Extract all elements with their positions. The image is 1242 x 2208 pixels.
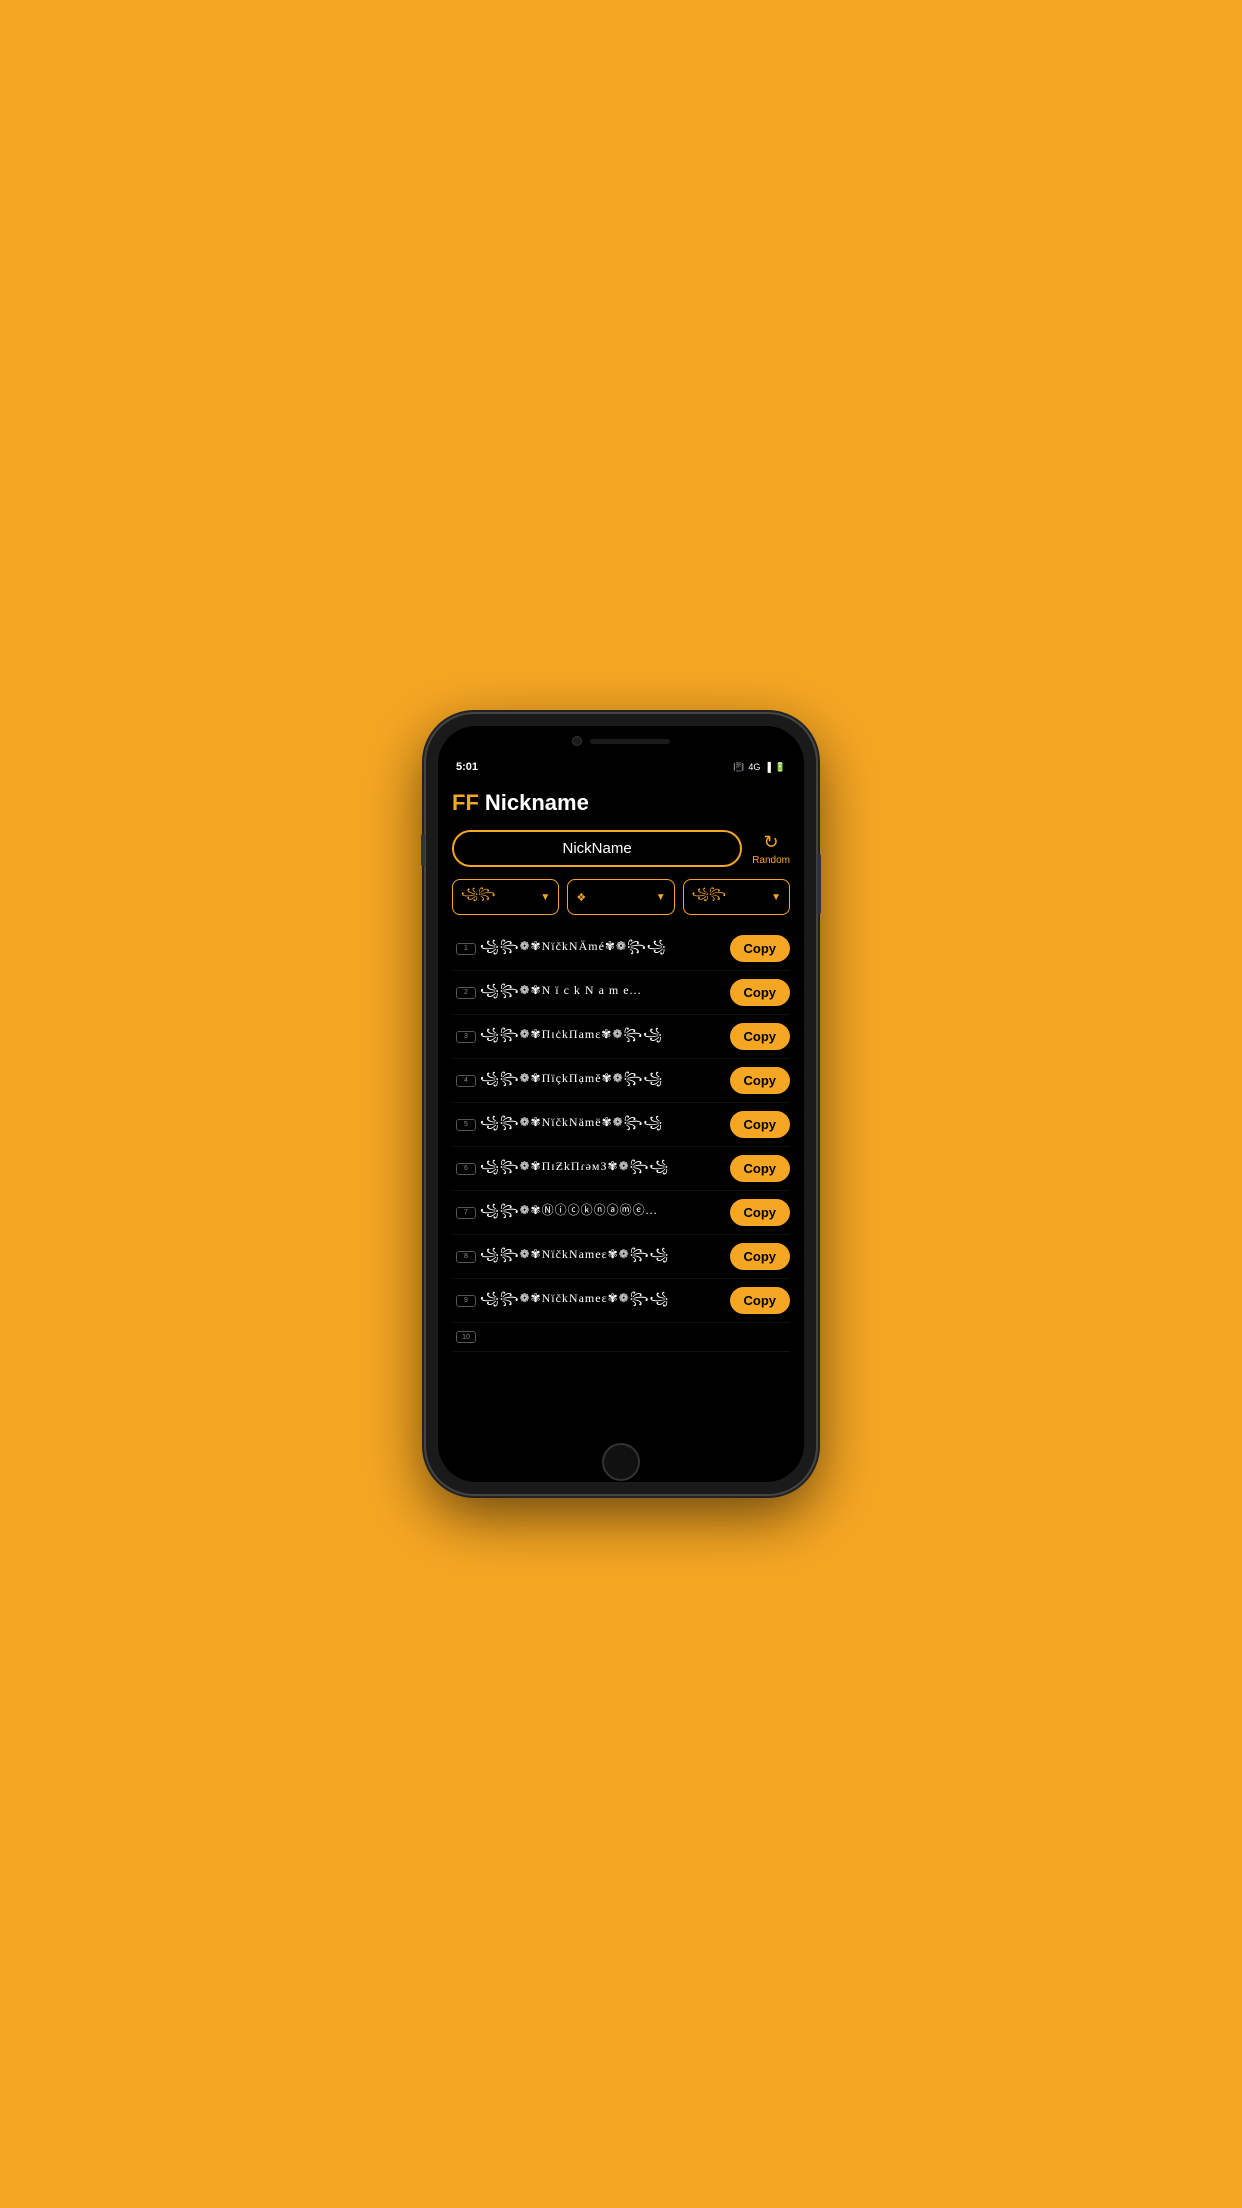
- list-item: 1 ꧁꧂❁✾NïčkNÄmé✾❁꧂꧁ Copy: [452, 927, 790, 971]
- list-item: 9 ꧁꧂❁✾NïčkNameɛ✾❁꧂꧁ Copy: [452, 1279, 790, 1323]
- home-indicator: [438, 1442, 804, 1482]
- list-item: 7 ꧁꧂❁✾Ⓝⓘⓒⓚⓝⓐⓜⓔ... Copy: [452, 1191, 790, 1235]
- dropdown-3-text: ꧁꧂: [692, 886, 726, 908]
- list-item: 10: [452, 1323, 790, 1352]
- item-text-2: ꧁꧂❁✾N ï c k N a m e...: [480, 981, 722, 1005]
- status-bar: 5:01 📳 4G ▐ 🔋: [438, 756, 804, 778]
- app-content: FF Nickname ↻ Random ꧁꧂ ▼ ❖ ▼: [438, 778, 804, 1442]
- item-text-5: ꧁꧂❁✾NïčkNämë✾❁꧂꧁: [480, 1113, 722, 1137]
- item-number-2: 2: [452, 987, 480, 999]
- nickname-input[interactable]: [452, 830, 742, 867]
- item-number-7: 7: [452, 1207, 480, 1219]
- list-item: 4 ꧁꧂❁✾ПïçkПạmě✾❁꧂꧁ Copy: [452, 1059, 790, 1103]
- dropdown-row: ꧁꧂ ▼ ❖ ▼ ꧁꧂ ▼: [452, 879, 790, 915]
- status-icons: 📳 4G ▐ 🔋: [733, 762, 786, 773]
- network-icon: 4G: [748, 762, 760, 772]
- home-button[interactable]: [602, 1443, 640, 1481]
- status-time: 5:01: [456, 761, 478, 773]
- dropdown-3[interactable]: ꧁꧂ ▼: [683, 879, 790, 915]
- dropdown-1-text: ꧁꧂: [461, 886, 495, 908]
- dropdown-1[interactable]: ꧁꧂ ▼: [452, 879, 559, 915]
- nickname-list: 1 ꧁꧂❁✾NïčkNÄmé✾❁꧂꧁ Copy 2 ꧁꧂❁✾N ï c k N …: [452, 927, 790, 1352]
- app-title: FF Nickname: [452, 790, 790, 816]
- item-text-8: ꧁꧂❁✾NïčkNameɛ✾❁꧂꧁: [480, 1245, 722, 1269]
- item-number-4: 4: [452, 1075, 480, 1087]
- random-button[interactable]: ↻ Random: [752, 832, 790, 866]
- dropdown-2-arrow: ▼: [656, 892, 666, 903]
- item-number-5: 5: [452, 1119, 480, 1131]
- item-text-4: ꧁꧂❁✾ПïçkПạmě✾❁꧂꧁: [480, 1069, 722, 1093]
- copy-button-5[interactable]: Copy: [730, 1111, 791, 1138]
- signal-icon: ▐: [764, 762, 770, 772]
- list-item: 3 ꧁꧂❁✾ПɪċkПamɛ✾❁꧂꧁ Copy: [452, 1015, 790, 1059]
- notch-area: [438, 726, 804, 756]
- dropdown-3-arrow: ▼: [771, 892, 781, 903]
- list-item: 6 ꧁꧂❁✾ПɪƵkПɾəмЗ✾❁꧂꧁ Copy: [452, 1147, 790, 1191]
- dropdown-2[interactable]: ❖ ▼: [567, 879, 674, 915]
- dropdown-1-arrow: ▼: [540, 892, 550, 903]
- battery-icon: 🔋: [775, 762, 786, 773]
- camera-icon: [572, 736, 582, 746]
- phone-screen: 5:01 📳 4G ▐ 🔋 FF Nickname ↻ Random: [438, 726, 804, 1482]
- title-nickname: Nickname: [485, 790, 589, 816]
- item-text-7: ꧁꧂❁✾Ⓝⓘⓒⓚⓝⓐⓜⓔ...: [480, 1201, 722, 1225]
- item-text-9: ꧁꧂❁✾NïčkNameɛ✾❁꧂꧁: [480, 1289, 722, 1313]
- random-icon: ↻: [764, 832, 779, 853]
- copy-button-9[interactable]: Copy: [730, 1287, 791, 1314]
- item-number-1: 1: [452, 943, 480, 955]
- title-ff: FF: [452, 790, 479, 816]
- item-number-8: 8: [452, 1251, 480, 1263]
- copy-button-8[interactable]: Copy: [730, 1243, 791, 1270]
- item-text-6: ꧁꧂❁✾ПɪƵkПɾəмЗ✾❁꧂꧁: [480, 1157, 722, 1181]
- speaker-bar: [590, 739, 670, 744]
- copy-button-2[interactable]: Copy: [730, 979, 791, 1006]
- copy-button-3[interactable]: Copy: [730, 1023, 791, 1050]
- phone-device: 5:01 📳 4G ▐ 🔋 FF Nickname ↻ Random: [426, 714, 816, 1494]
- copy-button-1[interactable]: Copy: [730, 935, 791, 962]
- item-number-9: 9: [452, 1295, 480, 1307]
- item-number-6: 6: [452, 1163, 480, 1175]
- item-number-3: 3: [452, 1031, 480, 1043]
- dropdown-2-text: ❖: [576, 891, 586, 904]
- list-item: 2 ꧁꧂❁✾N ï c k N a m e... Copy: [452, 971, 790, 1015]
- copy-button-6[interactable]: Copy: [730, 1155, 791, 1182]
- item-text-3: ꧁꧂❁✾ПɪċkПamɛ✾❁꧂꧁: [480, 1025, 722, 1049]
- vibrate-icon: 📳: [733, 762, 744, 773]
- copy-button-7[interactable]: Copy: [730, 1199, 791, 1226]
- copy-button-4[interactable]: Copy: [730, 1067, 791, 1094]
- list-item: 8 ꧁꧂❁✾NïčkNameɛ✾❁꧂꧁ Copy: [452, 1235, 790, 1279]
- list-item: 5 ꧁꧂❁✾NïčkNämë✾❁꧂꧁ Copy: [452, 1103, 790, 1147]
- item-text-1: ꧁꧂❁✾NïčkNÄmé✾❁꧂꧁: [480, 937, 722, 961]
- input-row: ↻ Random: [452, 830, 790, 867]
- item-number-10: 10: [452, 1331, 480, 1343]
- random-label: Random: [752, 855, 790, 866]
